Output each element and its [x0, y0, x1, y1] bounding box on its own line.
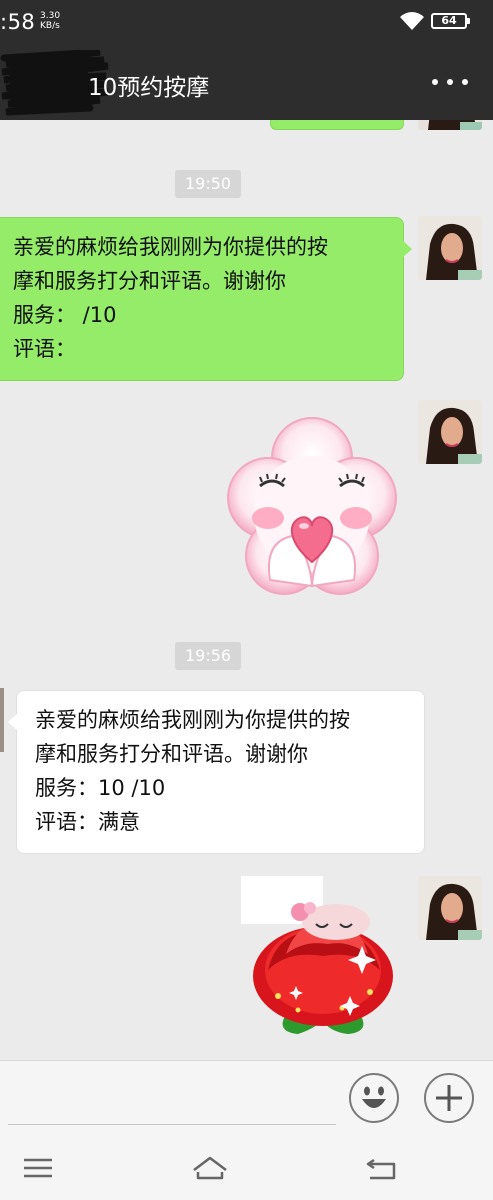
- avatar[interactable]: [418, 216, 482, 280]
- message-line: 评语：: [13, 337, 76, 361]
- rose-sticker[interactable]: [238, 900, 408, 1040]
- net-speed: 3.30 KB/s: [40, 11, 60, 31]
- message-input[interactable]: [8, 1069, 336, 1125]
- message-line: 服务：10 /10: [35, 776, 166, 800]
- message-line: 摩和服务打分和评语。谢谢你: [35, 742, 308, 766]
- avatar[interactable]: [418, 876, 482, 940]
- sent-message-bubble[interactable]: 亲爱的麻烦给我刚刚为你提供的按 摩和服务打分和评语。谢谢你 服务： /10 评语…: [0, 217, 412, 381]
- avatar-photo: [418, 400, 482, 464]
- message-line: 服务： /10: [13, 303, 117, 327]
- received-message-bubble[interactable]: 亲爱的麻烦给我刚刚为你提供的按 摩和服务打分和评语。谢谢你 服务：10 /10 …: [8, 690, 425, 854]
- avatar-photo: [418, 876, 482, 940]
- wifi-icon: [400, 12, 424, 30]
- timestamp: 19:56: [175, 642, 242, 670]
- system-nav-bar: [0, 1136, 493, 1200]
- previous-message-bubble[interactable]: [270, 120, 404, 130]
- plus-button[interactable]: [424, 1073, 474, 1123]
- avatar[interactable]: [418, 400, 482, 464]
- emoji-button[interactable]: [349, 1073, 399, 1123]
- timestamp: 19:50: [175, 170, 242, 198]
- input-bar: [0, 1060, 493, 1136]
- message-line: 评语：满意: [35, 810, 140, 834]
- net-speed-value: 3.30: [40, 11, 61, 21]
- chat-title: 10预约按摩: [88, 75, 210, 101]
- back-icon[interactable]: [362, 1150, 402, 1186]
- message-line: 亲爱的麻烦给我刚刚为你提供的按: [35, 708, 350, 732]
- avatar-photo: [418, 120, 482, 130]
- avatar[interactable]: [418, 120, 482, 130]
- status-bar: :58 3.30 KB/s 64: [0, 0, 493, 46]
- message-line: 摩和服务打分和评语。谢谢你: [13, 269, 286, 293]
- menu-icon[interactable]: [18, 1150, 58, 1186]
- message-line: 亲爱的麻烦给我刚刚为你提供的按: [13, 235, 328, 259]
- sender-avatar-edge[interactable]: [0, 688, 4, 752]
- more-dots-icon: [432, 79, 438, 85]
- chat-header: 10预约按摩: [0, 46, 493, 120]
- battery-icon: 64: [431, 13, 470, 29]
- avatar-photo: [418, 216, 482, 280]
- status-time: :58: [0, 10, 36, 34]
- flower-heart-sticker[interactable]: [220, 416, 404, 600]
- home-icon[interactable]: [190, 1150, 230, 1186]
- message-list[interactable]: 19:50 亲爱的麻烦给我刚刚为你提供的按 摩和服务打分和评语。谢谢你 服务： …: [0, 120, 493, 1060]
- more-button[interactable]: [432, 70, 468, 94]
- net-speed-unit: KB/s: [40, 21, 60, 31]
- plus-icon: [436, 1085, 462, 1111]
- emoji-icon: [362, 1086, 386, 1108]
